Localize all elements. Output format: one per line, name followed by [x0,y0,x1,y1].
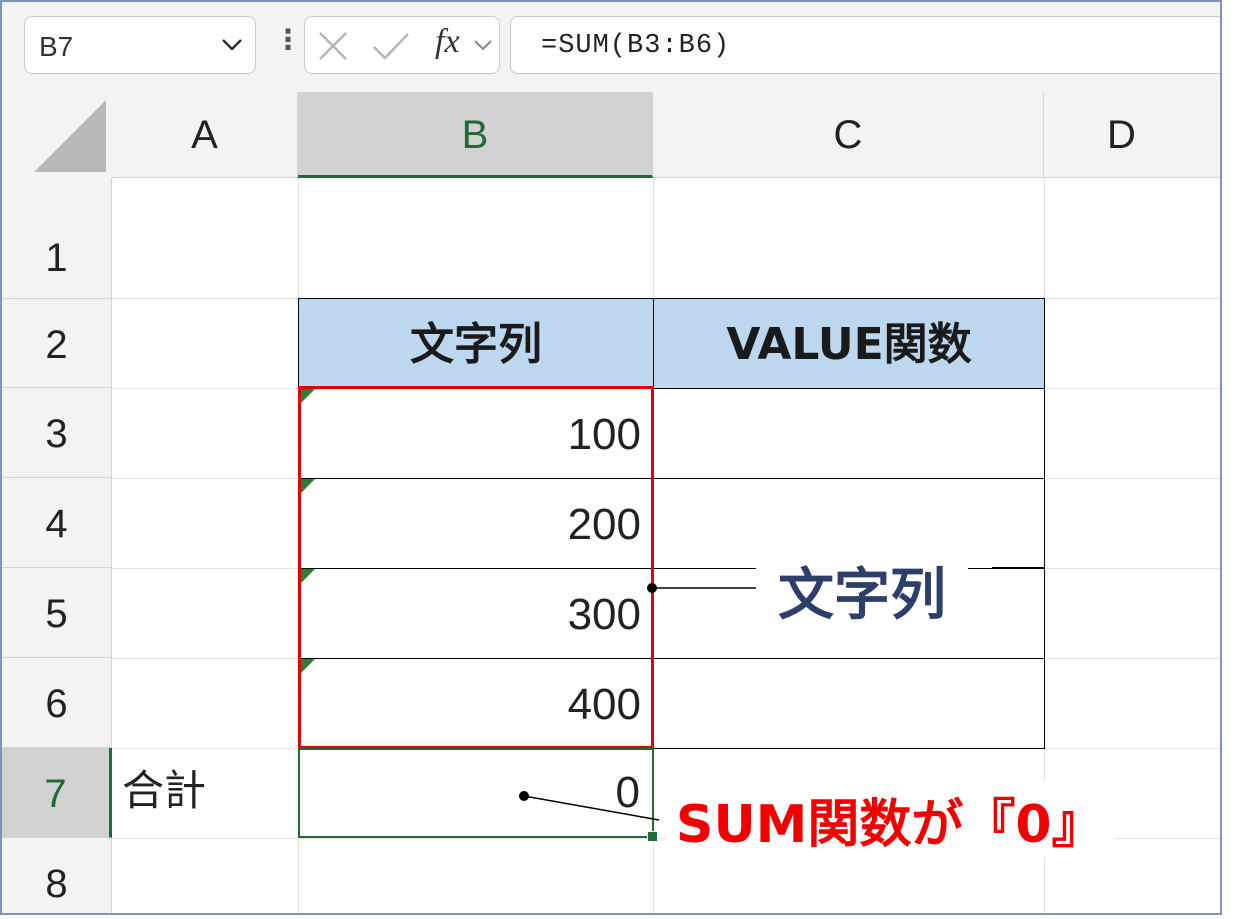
x-icon[interactable] [317,30,349,62]
row-header-8[interactable]: 8 [2,838,112,913]
row-header-5[interactable]: 5 [2,568,112,658]
row-header-6[interactable]: 6 [2,658,112,748]
column-header-b[interactable]: B [298,92,653,178]
row-header-2[interactable]: 2 [2,299,112,388]
spreadsheet-window: B7 ⋮ fx =SUM(B3:B6) A B C D 1 2 3 4 5 6 … [0,0,1222,915]
cell-c6[interactable] [653,658,1045,749]
formula-input[interactable]: =SUM(B3:B6) [510,16,1220,74]
annotation-sum-zero: SUM関数が『0』 [666,782,1114,857]
row-header-4[interactable]: 4 [2,478,112,568]
select-all-corner[interactable] [2,92,113,179]
name-box[interactable]: B7 [24,16,256,74]
check-icon[interactable] [371,30,411,62]
chevron-down-icon[interactable] [473,39,493,53]
cell-b2[interactable]: 文字列 [298,298,654,389]
row-header-7[interactable]: 7 [2,748,112,838]
annotation-line-red [519,791,660,821]
highlight-box [298,386,654,749]
kebab-icon[interactable]: ⋮ [274,26,302,54]
select-all-triangle-icon [34,100,106,172]
name-box-value: B7 [39,31,74,62]
row-header-3[interactable]: 3 [2,388,112,478]
formula-bar: B7 ⋮ fx =SUM(B3:B6) [2,2,1220,93]
annotation-line-blue-right [992,567,1044,568]
annotation-text-string: 文字列 [756,550,968,631]
column-header-a[interactable]: A [112,92,298,178]
column-header-d[interactable]: D [1044,92,1220,178]
column-header-c[interactable]: C [653,92,1044,178]
formula-buttons: fx [304,16,500,74]
cell-a7[interactable]: 合計 [122,748,292,838]
cell-c3[interactable] [653,388,1045,479]
cell-c2[interactable]: VALUE関数 [653,298,1045,389]
chevron-down-icon[interactable] [221,37,243,53]
insert-function-icon[interactable]: fx [435,23,460,61]
row-header-1[interactable]: 1 [2,178,112,299]
formula-text: =SUM(B3:B6) [541,31,731,61]
